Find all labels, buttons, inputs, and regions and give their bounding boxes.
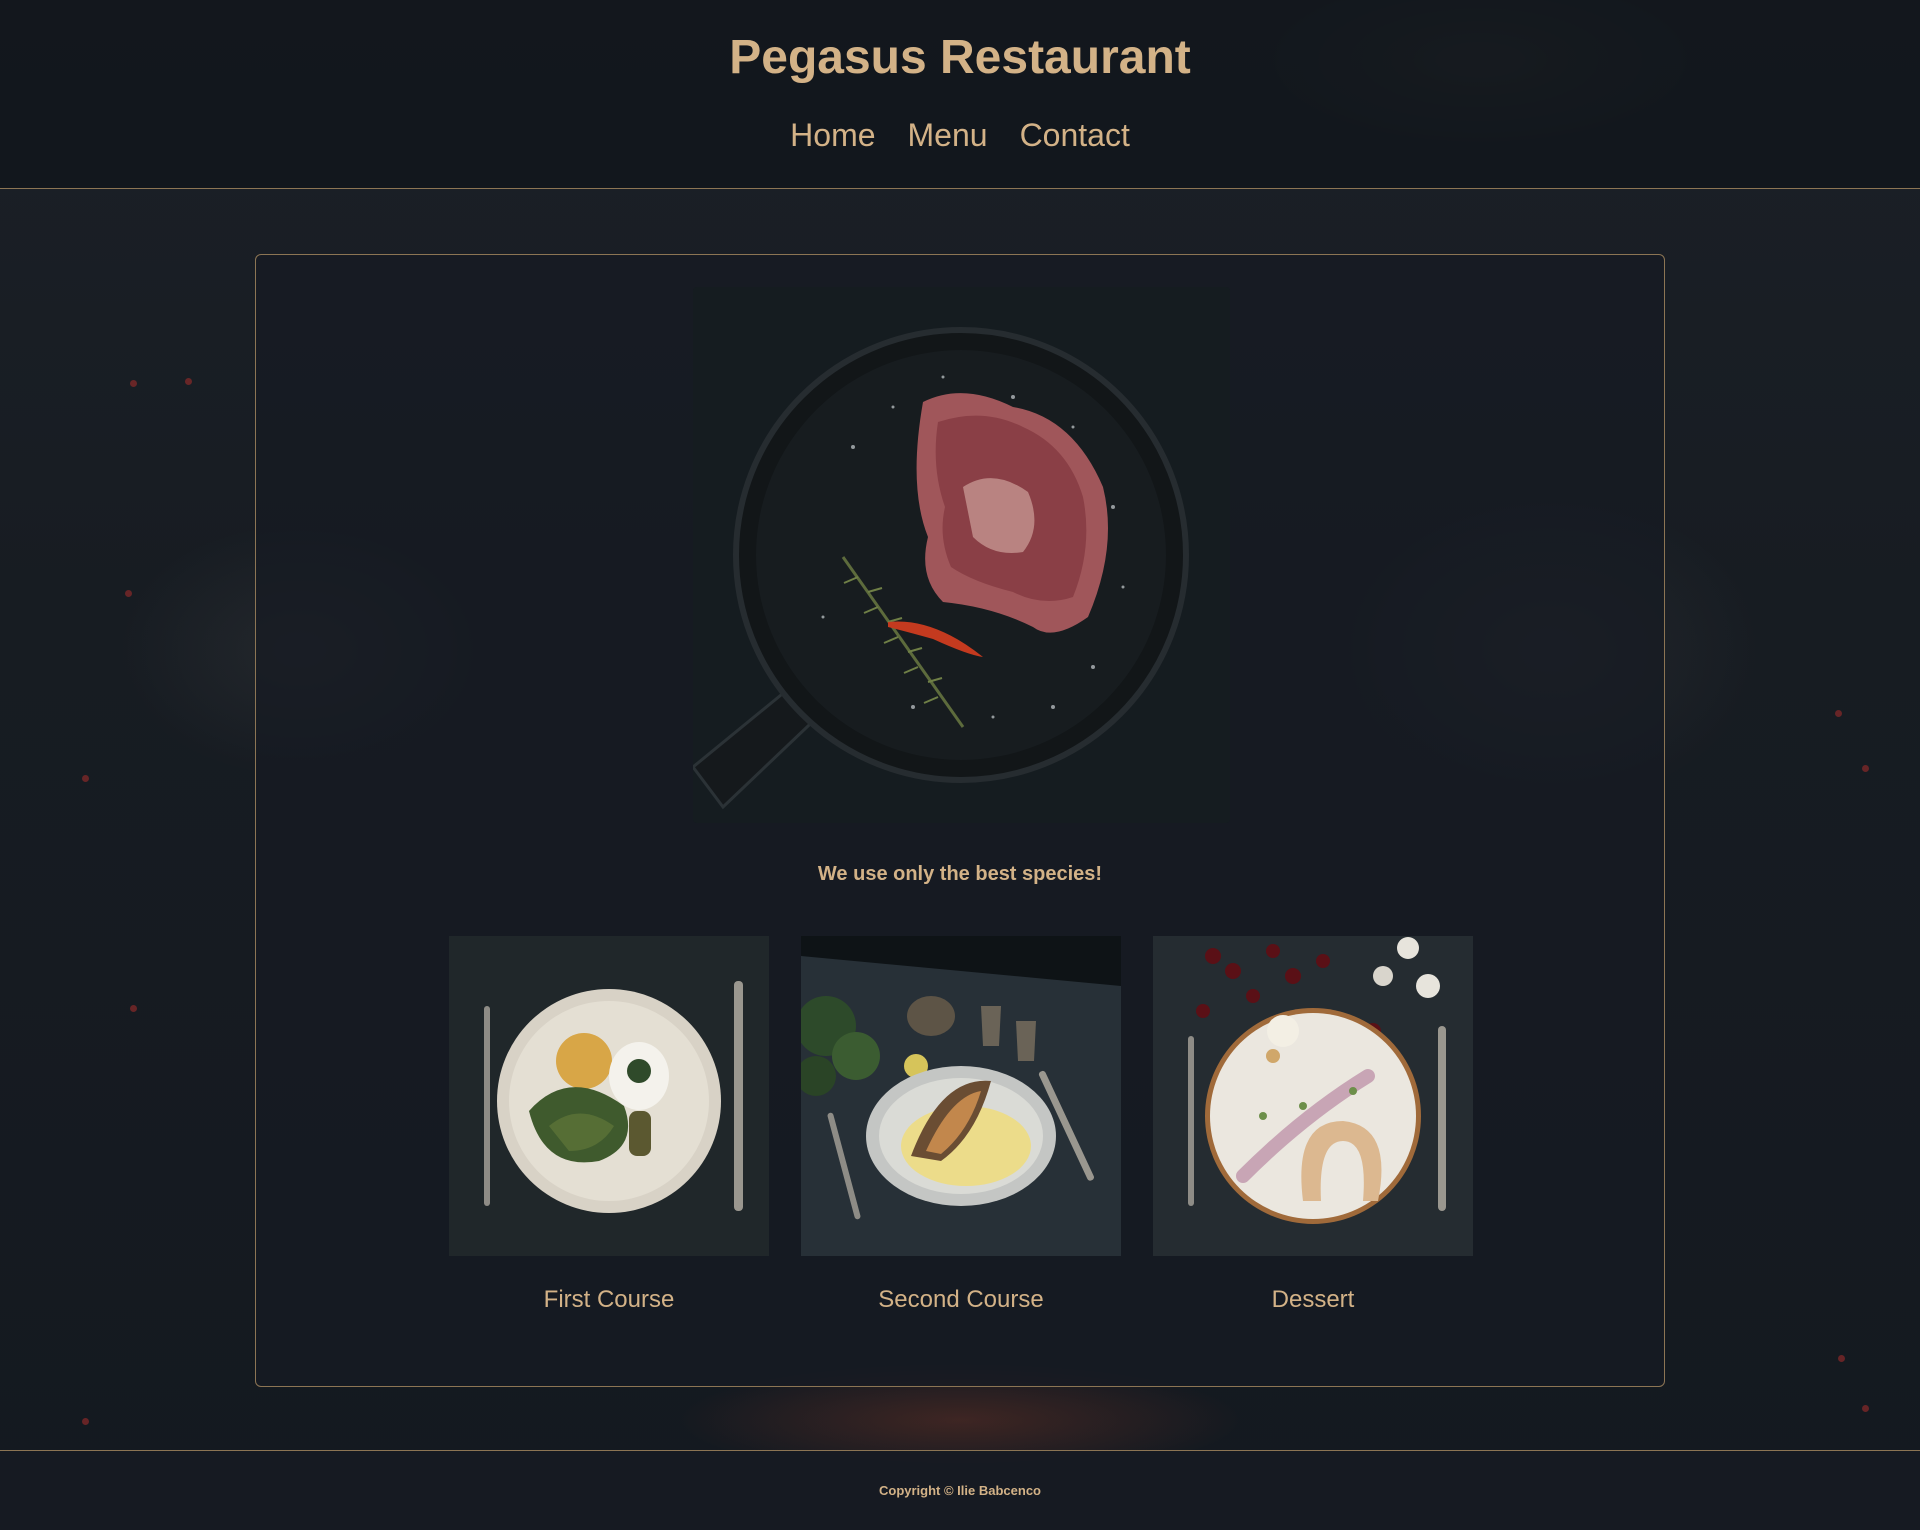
dessert-label: Dessert (1271, 1286, 1355, 1313)
dessert-image (1153, 936, 1473, 1256)
nav-contact-link[interactable]: Contact (1020, 117, 1130, 154)
hero-steak-image (693, 287, 1230, 823)
second-course-image (801, 936, 1121, 1256)
second-course-card[interactable]: Second Course (801, 936, 1121, 1314)
site-title: Pegasus Restaurant (729, 31, 1191, 84)
first-course-image (449, 936, 769, 1256)
nav-home-link[interactable]: Home (790, 117, 875, 154)
site-header: Pegasus Restaurant Home Menu Contact (0, 0, 1920, 189)
hero-caption: We use only the best species! (817, 863, 1103, 885)
copyright-text: Copyright © Ilie Babcenco (879, 1483, 1041, 1498)
first-course-card[interactable]: First Course (449, 936, 769, 1314)
nav-menu-link[interactable]: Menu (908, 117, 988, 154)
site-footer: Copyright © Ilie Babcenco (0, 1450, 1920, 1530)
content-panel: We use only the best species! First Cour… (255, 254, 1665, 1387)
second-course-label: Second Course (878, 1286, 1044, 1313)
main-nav: Home Menu Contact (0, 117, 1920, 154)
dessert-card[interactable]: Dessert (1153, 936, 1473, 1314)
first-course-label: First Course (543, 1286, 675, 1313)
